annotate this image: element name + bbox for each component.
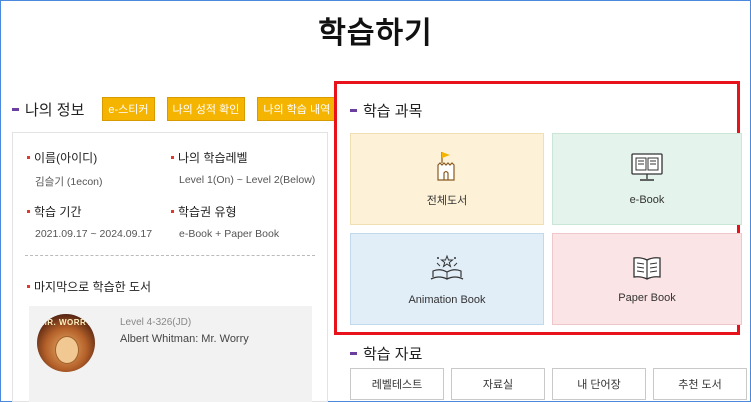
paper-book-icon [632,255,662,286]
section-marker [350,352,357,355]
tile-label-ebook: e-Book [629,193,665,206]
bullet-icon [27,285,30,288]
subjects-heading: 학습 과목 [363,103,423,120]
tile-ebook[interactable]: e-Book [552,133,742,225]
period-field: 학습 기간 2021.09.17 ~ 2024.09.17 [27,203,152,240]
tile-all-books[interactable]: 전체도서 [350,133,544,225]
my-grades-button[interactable]: 나의 성적 확인 [166,97,246,121]
tile-paper-book[interactable]: Paper Book [552,233,742,325]
cover-character [55,336,79,364]
type-value: e-Book + Paper Book [179,228,280,240]
my-vocabulary-button[interactable]: 내 단어장 [552,368,646,400]
last-book-card[interactable]: MR. WORRY Level 4-326(JD) Albert Whitman… [29,306,312,402]
castle-flag-icon [436,151,458,186]
book-cover[interactable]: MR. WORRY [37,314,95,372]
level-field: 나의 학습레벨 Level 1(On) ~ Level 2(Below) [171,149,315,186]
level-label: 나의 학습레벨 [178,151,248,165]
last-book-label: 마지막으로 학습한 도서 [34,280,152,294]
my-info-panel: 이름(아이디) 김슬기 (1econ) 나의 학습레벨 Level 1(On) … [12,132,328,402]
tile-label-paper-book: Paper Book [618,291,676,304]
cover-title: MR. WORRY [40,318,92,327]
magic-book-icon [427,253,467,288]
bullet-icon [27,156,30,159]
page-title: 학습하기 [318,17,433,50]
type-field: 학습권 유형 e-Book + Paper Book [171,203,279,240]
tile-label-animation-book: Animation Book [408,293,486,306]
type-label: 학습권 유형 [178,205,237,219]
ebook-monitor-icon [631,152,663,188]
last-book-level: Level 4-326(JD) [120,317,192,328]
my-info-heading: 나의 정보 [25,101,85,119]
section-marker [350,109,357,112]
name-value: 김슬기 (1econ) [35,176,103,188]
subjects-header: 학습 과목 [350,100,422,121]
bullet-icon [27,210,30,213]
bullet-icon [171,210,174,213]
period-value: 2021.09.17 ~ 2024.09.17 [35,228,153,240]
tile-animation-book[interactable]: Animation Book [350,233,544,325]
resources-button[interactable]: 자료실 [451,368,545,400]
section-marker [12,107,19,111]
bullet-icon [171,156,174,159]
divider [25,255,315,256]
last-book-field: 마지막으로 학습한 도서 [27,278,151,295]
materials-header: 학습 자료 [350,343,422,364]
name-label: 이름(아이디) [34,151,98,165]
level-test-button[interactable]: 레벨테스트 [350,368,444,400]
materials-heading: 학습 자료 [363,346,423,363]
e-sticker-button[interactable]: e-스티커 [102,97,155,121]
last-book-title[interactable]: Albert Whitman: Mr. Worry [120,333,249,345]
tile-label-all-books: 전체도서 [426,194,468,207]
level-value: Level 1(On) ~ Level 2(Below) [179,174,316,186]
name-field: 이름(아이디) 김슬기 (1econ) [27,149,103,189]
my-history-button[interactable]: 나의 학습 내역 [257,97,337,121]
period-label: 학습 기간 [34,205,82,219]
recommended-books-button[interactable]: 추천 도서 [653,368,747,400]
my-info-header: 나의 정보 e-스티커 나의 성적 확인 나의 학습 내역 [12,97,337,121]
